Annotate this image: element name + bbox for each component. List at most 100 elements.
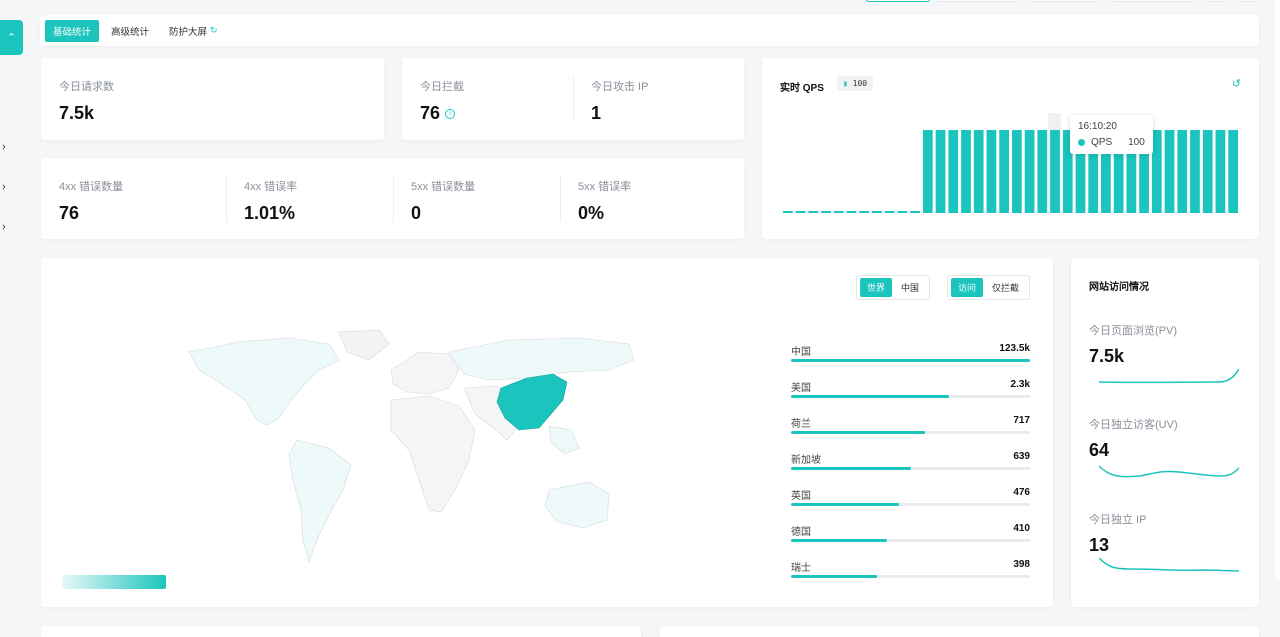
- sidebar-collapse-button[interactable]: ⌃: [0, 20, 23, 55]
- qps-bar: [783, 211, 793, 213]
- map-south-america: [288, 439, 352, 563]
- uv-value: 64: [1089, 440, 1110, 460]
- ranking-fill: [791, 539, 887, 542]
- qps-bar: [1024, 130, 1035, 213]
- qps-chart: [783, 113, 1238, 213]
- divider: [560, 176, 561, 222]
- map-europe: [390, 351, 460, 395]
- scrollbar[interactable]: [1275, 0, 1280, 580]
- country-name: 中国: [791, 347, 811, 358]
- tab-basic-stats[interactable]: 基础统计: [45, 19, 100, 42]
- ranking-row: 荷兰 717: [791, 415, 1030, 434]
- qps-bar: [1037, 130, 1048, 213]
- map-north-america: [188, 337, 340, 426]
- ranking-track: [791, 467, 1030, 470]
- ranking-track: [791, 503, 1030, 506]
- error-value: 0: [411, 203, 422, 223]
- ranking-fill: [791, 395, 949, 398]
- error-label: 4xx 错误数量: [59, 181, 124, 193]
- visits-card: 网站访问情况 今日页面浏览(PV) 7.5k 今日独立访客(UV) 64 今日独…: [1071, 258, 1259, 607]
- attack-ip-label: 今日攻击 IP: [591, 81, 649, 93]
- ranking-row: 美国 2.3k: [791, 379, 1030, 398]
- qps-tooltip: 16:10:20 QPS 100: [1070, 115, 1153, 154]
- top-button[interactable]: [1210, 0, 1224, 2]
- uv-label: 今日独立访客(UV): [1089, 419, 1178, 431]
- tooltip-value: 100: [1128, 137, 1145, 148]
- scope-china-button[interactable]: 中国: [894, 278, 926, 297]
- bottom-card: [660, 626, 1259, 637]
- qps-bar: [1164, 130, 1175, 213]
- error-label: 4xx 错误率: [244, 181, 298, 193]
- top-button[interactable]: [866, 0, 930, 2]
- tab-advanced-stats[interactable]: 高级统计: [103, 20, 157, 42]
- map-greenland: [338, 330, 390, 361]
- qps-bar: [948, 130, 959, 213]
- qps-bar: [1202, 130, 1213, 213]
- ranking-row: 新加坡 639: [791, 451, 1030, 470]
- country-name: 美国: [791, 383, 811, 394]
- requests-card: 今日请求数 7.5k: [41, 58, 384, 140]
- pv-label: 今日页面浏览(PV): [1089, 325, 1177, 337]
- ranking-row: 中国 123.5k: [791, 343, 1030, 362]
- ranking-fill: [791, 467, 911, 470]
- pv-value: 7.5k: [1089, 346, 1125, 366]
- ranking-row: 英国 476: [791, 487, 1030, 506]
- ranking-fill: [791, 503, 899, 506]
- ranking-row: 瑞士 398: [791, 559, 1030, 578]
- qps-bar: [1012, 130, 1022, 213]
- blocks-card: 今日拦截 76 i 今日攻击 IP 1: [402, 58, 744, 140]
- blocks-label: 今日拦截: [420, 81, 464, 93]
- qps-bar: [1151, 130, 1162, 213]
- scope-toggle: 世界 中国: [856, 275, 931, 300]
- map-australia: [544, 481, 610, 529]
- error-value: 1.01%: [244, 203, 296, 223]
- requests-value: 7.5k: [59, 103, 95, 123]
- info-icon[interactable]: i: [445, 108, 456, 119]
- top-button[interactable]: [1242, 0, 1256, 2]
- chevron-right-icon[interactable]: ›: [2, 181, 6, 193]
- ranking-track: [791, 359, 1030, 362]
- ranking-fill: [791, 431, 925, 434]
- country-value: 639: [1013, 451, 1030, 462]
- chevron-right-icon[interactable]: ›: [2, 221, 6, 233]
- country-value: 398: [1013, 559, 1030, 570]
- country-value: 123.5k: [999, 343, 1030, 354]
- qps-bar: [999, 130, 1009, 213]
- visits-title: 网站访问情况: [1089, 282, 1149, 293]
- error-value: 76: [59, 203, 80, 223]
- scope-world-button[interactable]: 世界: [860, 278, 893, 297]
- qps-card: 实时 QPS ▮ 100 ↺ 16:10:20 QPS 100: [762, 58, 1259, 239]
- top-button[interactable]: [1030, 0, 1100, 2]
- top-button[interactable]: [1113, 0, 1195, 2]
- divider: [573, 76, 574, 122]
- chevron-right-icon[interactable]: ›: [2, 141, 6, 153]
- tooltip-time: 16:10:20: [1078, 121, 1117, 132]
- mode-visit-button[interactable]: 访问: [951, 278, 984, 297]
- requests-label: 今日请求数: [59, 81, 114, 93]
- qps-bar: [1215, 130, 1226, 213]
- country-name: 瑞士: [791, 563, 811, 574]
- qps-bar: [859, 211, 870, 213]
- qps-bar: [795, 211, 806, 213]
- ranking-fill: [791, 575, 878, 578]
- error-label: 5xx 错误数量: [411, 181, 476, 193]
- qps-bar: [986, 130, 997, 213]
- qps-bar: [897, 211, 908, 213]
- qps-bar: [910, 211, 920, 213]
- map-card: 世界 中国 访问 仅拦截 中国 123.5k 美国 2.3k 荷兰 717 新加…: [41, 258, 1053, 607]
- qps-bar: [1177, 130, 1188, 213]
- map-russia: [448, 337, 635, 381]
- mode-blocked-button[interactable]: 仅拦截: [985, 278, 1026, 297]
- external-link-icon: ↻: [210, 25, 218, 35]
- country-value: 410: [1013, 523, 1030, 534]
- bottom-card: [41, 626, 641, 637]
- ip-label: 今日独立 IP: [1089, 514, 1147, 526]
- top-button[interactable]: [938, 0, 1018, 2]
- tab-bar: 基础统计 高级统计 防护大屏 ↻: [40, 15, 1259, 46]
- legend-dot: [1078, 139, 1085, 146]
- world-map: [188, 330, 635, 563]
- map-africa: [390, 395, 476, 513]
- country-name: 荷兰: [791, 419, 811, 430]
- tab-protection-screen[interactable]: 防护大屏 ↻: [161, 20, 226, 42]
- qps-bar: [808, 211, 819, 213]
